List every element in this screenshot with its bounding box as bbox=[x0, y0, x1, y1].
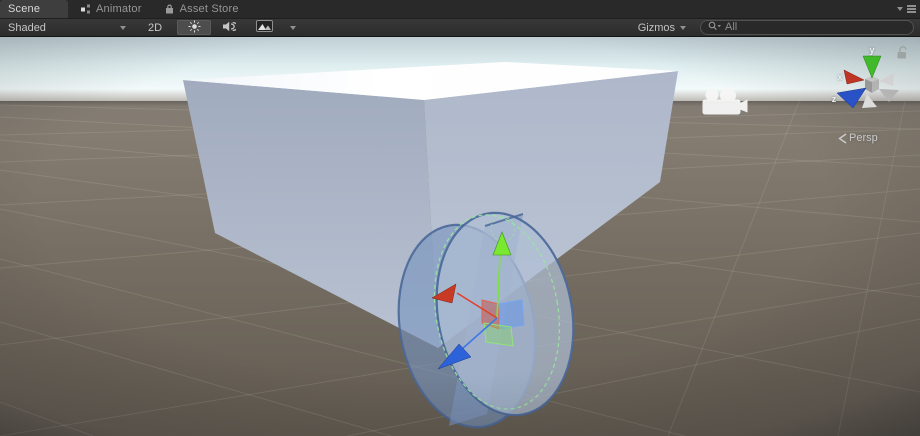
tab-scene-label: Scene bbox=[8, 3, 40, 15]
effects-dropdown[interactable] bbox=[282, 20, 303, 35]
search-scope-label: All bbox=[725, 21, 737, 34]
chevron-left-icon bbox=[838, 133, 847, 144]
scene-viewport[interactable]: y x z Persp bbox=[0, 37, 920, 436]
pane-dropdown-icon[interactable] bbox=[897, 7, 903, 11]
scene-toolbar: Shaded 2D bbox=[0, 18, 920, 37]
image-effects-icon bbox=[256, 20, 273, 35]
tab-animator[interactable]: Animator bbox=[71, 0, 152, 18]
speaker-icon bbox=[223, 21, 236, 35]
scene-audio-button[interactable] bbox=[213, 20, 246, 35]
axis-x-label: x bbox=[837, 72, 842, 82]
pane-menu-icon[interactable] bbox=[907, 5, 916, 13]
effects-button[interactable] bbox=[248, 20, 281, 35]
tab-animator-label: Animator bbox=[96, 3, 142, 15]
shading-mode-label: Shaded bbox=[8, 22, 46, 34]
scene-lighting-button[interactable] bbox=[177, 20, 211, 35]
gizmos-dropdown[interactable]: Gizmos bbox=[632, 22, 692, 34]
tab-bar: Scene Animator Asset Store bbox=[0, 0, 920, 18]
tab-bar-controls bbox=[897, 0, 916, 18]
search-icon[interactable] bbox=[708, 21, 722, 34]
shading-mode-dropdown[interactable]: Shaded bbox=[0, 19, 131, 36]
animator-icon bbox=[81, 4, 91, 14]
tab-asset-store[interactable]: Asset Store bbox=[154, 0, 249, 18]
toggle-2d-button[interactable]: 2D bbox=[139, 20, 171, 35]
axis-y-label: y bbox=[869, 45, 874, 55]
projection-label: Persp bbox=[849, 132, 878, 144]
projection-toggle[interactable]: Persp bbox=[838, 132, 878, 144]
tab-scene[interactable]: Scene bbox=[0, 0, 68, 18]
asset-store-icon bbox=[164, 4, 175, 15]
gizmos-label: Gizmos bbox=[638, 22, 675, 34]
chevron-down-icon bbox=[120, 26, 126, 30]
tab-asset-store-label: Asset Store bbox=[180, 3, 239, 15]
vignette-overlay bbox=[0, 37, 920, 436]
toggle-2d-label: 2D bbox=[148, 22, 162, 34]
chevron-down-icon bbox=[680, 26, 686, 30]
axis-z-label: z bbox=[832, 94, 837, 104]
sun-icon bbox=[188, 20, 201, 36]
chevron-down-icon bbox=[290, 26, 296, 30]
search-input[interactable]: All bbox=[700, 20, 914, 35]
unity-scene-window: Scene Animator Asset Store Shaded 2D bbox=[0, 0, 920, 436]
toolbar-right-group: Gizmos All bbox=[632, 20, 920, 35]
